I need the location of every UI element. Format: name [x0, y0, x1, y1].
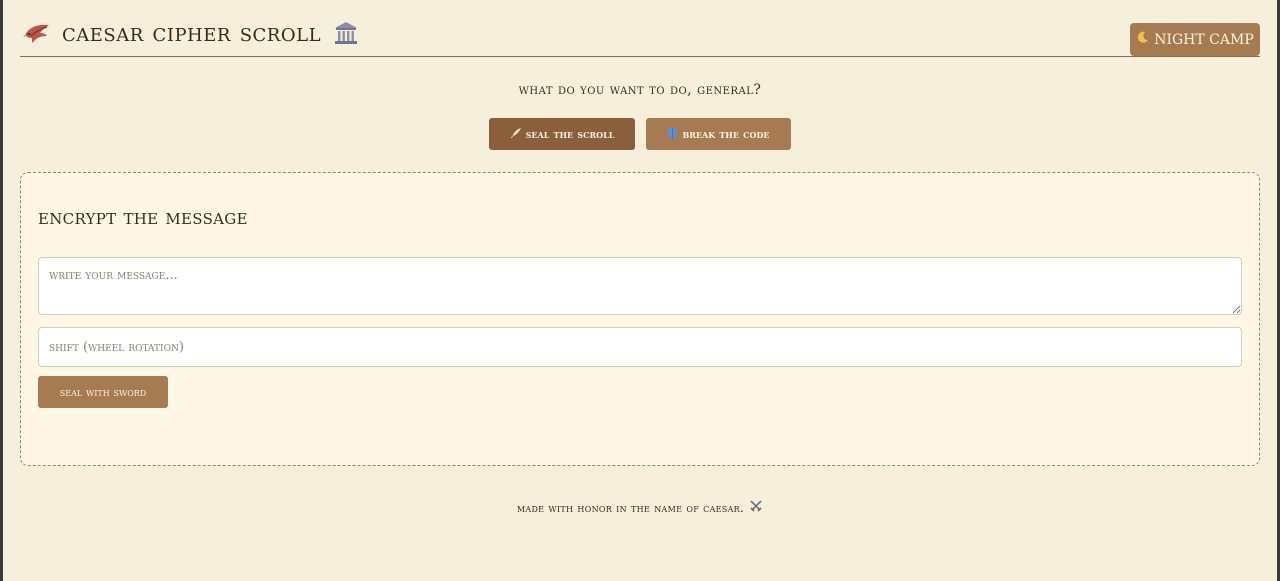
classical-building-icon: [331, 18, 361, 48]
shift-input[interactable]: [38, 327, 1242, 367]
seal-the-scroll-label: SEAL THE SCROLL: [525, 127, 615, 141]
break-the-code-button[interactable]: BREAK THE CODE: [646, 118, 791, 150]
footer: MADE WITH HONOR IN THE NAME OF CAESAR.: [0, 499, 1280, 516]
night-camp-label: NIGHT CAMP: [1154, 31, 1254, 48]
page-title: CAESAR CIPHER SCROLL: [62, 18, 322, 48]
panel-title: ENCRYPT THE MESSAGE: [38, 205, 248, 229]
break-the-code-label: BREAK THE CODE: [682, 127, 770, 141]
seal-the-scroll-button[interactable]: SEAL THE SCROLL: [489, 118, 635, 150]
quill-icon: [510, 127, 522, 142]
site-header: CAESAR CIPHER SCROLL NIGHT CAMP: [20, 12, 1260, 57]
crossed-swords-icon: [749, 499, 763, 516]
night-camp-button[interactable]: NIGHT CAMP: [1130, 23, 1260, 56]
moon-icon: [1136, 31, 1149, 48]
footer-text: MADE WITH HONOR IN THE NAME OF CAESAR.: [516, 500, 745, 515]
message-textarea[interactable]: [38, 257, 1242, 315]
brand: CAESAR CIPHER SCROLL: [22, 18, 361, 48]
mode-prompt: WHAT DO YOU WANT TO DO, GENERAL?: [518, 82, 762, 98]
encrypt-panel: ENCRYPT THE MESSAGE SEAL WITH SWORD: [20, 172, 1260, 466]
mode-selector: SEAL THE SCROLL BREAK THE CODE: [489, 118, 791, 150]
eagle-icon: [22, 18, 52, 48]
shield-icon: [667, 127, 678, 142]
seal-with-sword-button[interactable]: SEAL WITH SWORD: [38, 376, 168, 408]
